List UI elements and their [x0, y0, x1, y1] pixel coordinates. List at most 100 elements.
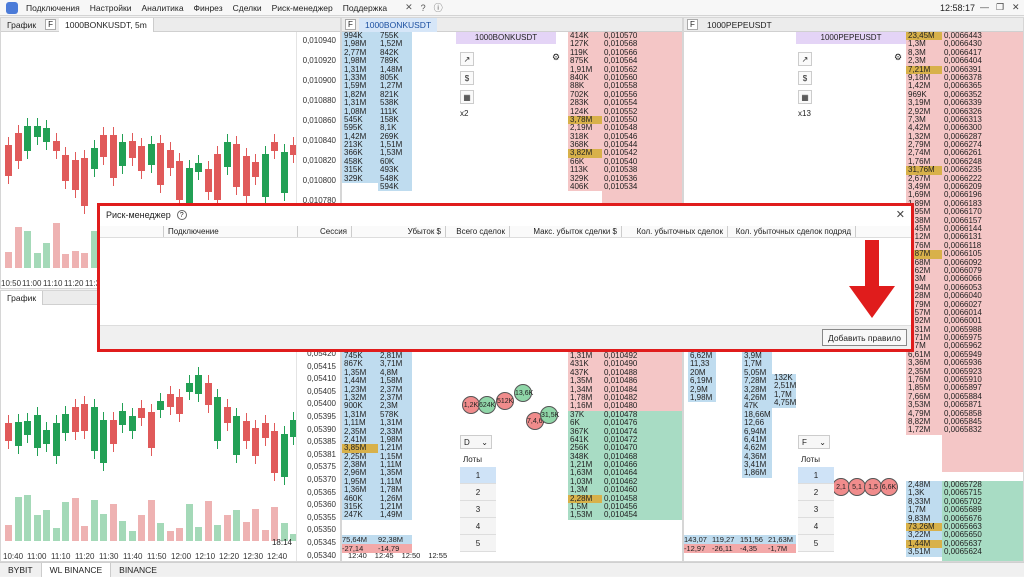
time-label: 11:20 — [75, 552, 95, 561]
volume-bar — [52, 527, 60, 541]
time-label: 11:30 — [99, 552, 119, 561]
menu-support[interactable]: Поддержка — [343, 3, 387, 13]
price-cell[interactable]: 0,010454 — [602, 511, 682, 520]
bid-volume-cell[interactable]: 329K — [342, 174, 378, 184]
dom2-title: 1000PEPEUSDT — [796, 32, 906, 44]
col-total-trades[interactable]: Всего сделок — [446, 226, 510, 237]
trade-bubble: 6,6K — [880, 478, 898, 496]
menu-risk-manager[interactable]: Риск-менеджер — [272, 3, 333, 13]
minimize-icon[interactable]: — — [980, 2, 989, 12]
volume-bar — [271, 506, 278, 541]
candle — [119, 142, 126, 167]
candle — [52, 141, 60, 152]
dom1-tab[interactable]: 1000BONKUSDT — [359, 18, 438, 32]
menu-analytics[interactable]: Аналитика — [141, 3, 183, 13]
menu-trades[interactable]: Сделки — [233, 3, 262, 13]
dollar-icon[interactable]: $ — [798, 71, 812, 85]
calculator-icon[interactable]: ▦ — [460, 90, 474, 104]
col-session[interactable]: Сессия — [298, 226, 352, 237]
settings-gear-icon[interactable]: ⚙ — [894, 52, 902, 63]
dom2-dropdown[interactable]: F ⌄ — [798, 435, 830, 449]
maximize-icon[interactable]: ❐ — [996, 2, 1004, 13]
volume-bar — [176, 528, 183, 541]
candle — [195, 374, 202, 395]
col-losing-trades[interactable]: Кол. убыточных сделок — [622, 226, 728, 237]
price-label: 0,05390 — [307, 424, 336, 434]
ask-volume-cell[interactable]: 406K — [568, 182, 602, 192]
tab-bybit[interactable]: BYBIT — [0, 563, 41, 577]
tab-binance[interactable]: BINANCE — [111, 563, 165, 577]
candle — [147, 412, 155, 449]
lot-4[interactable]: 4 — [460, 518, 496, 535]
col-losing-streak[interactable]: Кол. убыточных сделок подряд — [728, 226, 856, 237]
f-toggle[interactable]: F — [687, 19, 698, 30]
help-icon[interactable]: ? — [176, 210, 187, 220]
lot-2[interactable]: 2 — [798, 484, 834, 501]
menu-finrez[interactable]: Финрез — [194, 3, 223, 13]
lot-5[interactable]: 5 — [460, 535, 496, 552]
lot-1[interactable]: 1 — [460, 467, 496, 484]
mute-icon[interactable]: ✕ — [405, 2, 413, 13]
info-icon[interactable]: ⓘ — [434, 1, 443, 14]
candle — [271, 430, 278, 474]
menu-connections[interactable]: Подключения — [26, 3, 80, 13]
menu-settings[interactable]: Настройки — [90, 3, 132, 13]
price-label: 0,05405 — [307, 386, 336, 396]
dom2-tab[interactable]: 1000PEPEUSDT — [701, 18, 778, 32]
f-toggle[interactable]: F — [45, 19, 57, 30]
price-cell[interactable]: 0,0065624 — [942, 547, 1023, 556]
bid-volume-cell[interactable]: 3,51M — [906, 547, 942, 557]
volume-bar — [223, 515, 231, 541]
volume-bar — [71, 497, 79, 541]
candle — [100, 419, 107, 464]
col-connection[interactable]: Подключение — [164, 226, 298, 237]
lot-1[interactable]: 1 — [798, 467, 834, 484]
price-cell[interactable]: 0,010534 — [602, 182, 682, 191]
volume-cell[interactable]: 594K — [378, 182, 412, 192]
chart-top-tabbar: График F 1000BONKUSDT, 5m — [1, 18, 340, 32]
col-blank — [100, 226, 164, 237]
f-toggle[interactable]: F — [345, 19, 356, 30]
dialog-footer: Добавить правило — [100, 325, 911, 349]
chart-tool-icon[interactable]: ↗ — [798, 52, 812, 66]
volume-cell[interactable]: 1,49M — [378, 511, 412, 520]
dialog-title: Риск-менеджер — [106, 210, 171, 220]
candle — [81, 404, 88, 431]
add-rule-button[interactable]: Добавить правило — [821, 329, 907, 346]
price-label: 0,010860 — [302, 116, 336, 125]
dom1-price-column: 0,010570 0,010568 0,010566 0,010564 0,010562… — [602, 32, 682, 217]
close-window-icon[interactable]: ✕ — [1012, 2, 1020, 13]
ask-volume-cell[interactable]: 1,72M — [906, 425, 942, 435]
settings-gear-icon[interactable]: ⚙ — [552, 52, 560, 63]
volume-cell[interactable]: 4,75M — [772, 398, 796, 408]
volume-bar — [43, 242, 50, 268]
price-cell[interactable]: 0,0065832 — [942, 425, 1023, 434]
chart-bottom-tab[interactable]: График — [1, 291, 44, 305]
volume-cell[interactable]: 1,53M — [568, 511, 602, 520]
volume-bar — [14, 497, 22, 541]
lot-3[interactable]: 3 — [460, 501, 496, 518]
chart-top-tab[interactable]: График — [1, 18, 42, 32]
tab-wl-binance[interactable]: WL BINANCE — [40, 562, 112, 577]
col-max-loss[interactable]: Макс. убыток сделки $ — [510, 226, 622, 237]
symbol-tab[interactable]: 1000BONKUSDT, 5m — [59, 18, 154, 32]
dom1-ask-column: 414K 127K 119K 875K 1,91M 840K 88K 702K 283K 124K… — [568, 32, 602, 217]
chart-tool-icon[interactable]: ↗ — [460, 52, 474, 66]
volume-bar — [5, 252, 12, 268]
lot-2[interactable]: 2 — [460, 484, 496, 501]
help-icon[interactable]: ? — [421, 3, 426, 13]
calculator-icon[interactable]: ▦ — [798, 90, 812, 104]
lot-5[interactable]: 5 — [798, 535, 834, 552]
col-loss[interactable]: Убыток $ — [352, 226, 446, 237]
candle — [90, 148, 98, 170]
close-icon[interactable]: ✕ — [896, 208, 905, 221]
volume-cell[interactable]: 1,86M — [742, 469, 772, 478]
dom1-dropdown[interactable]: D ⌄ — [460, 435, 492, 449]
dollar-icon[interactable]: $ — [460, 71, 474, 85]
lot-4[interactable]: 4 — [798, 518, 834, 535]
bid-volume-cell[interactable]: 247K — [342, 511, 378, 520]
volume-bar — [128, 531, 136, 541]
bid-volume-cell[interactable]: 1,98M — [688, 393, 716, 403]
lot-3[interactable]: 3 — [798, 501, 834, 518]
price-label: 0,010920 — [302, 56, 336, 65]
